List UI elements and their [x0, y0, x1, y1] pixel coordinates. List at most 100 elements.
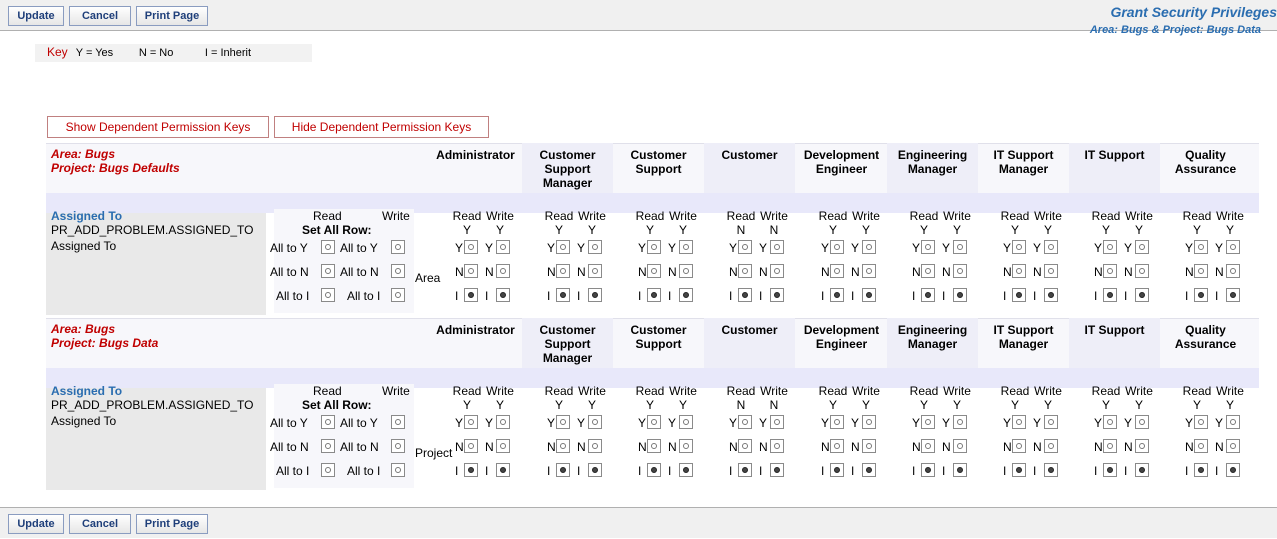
role-write-radio-opt_n[interactable]: [862, 264, 876, 278]
role-read-radio-opt_i[interactable]: [1194, 463, 1208, 477]
role-write-radio-opt_i[interactable]: [588, 463, 602, 477]
role-read-radio-opt_n[interactable]: [1194, 264, 1208, 278]
role-write-radio-opt_i[interactable]: [1226, 463, 1240, 477]
role-read-radio-opt_y[interactable]: [556, 240, 570, 254]
role-write-radio-opt_i[interactable]: [1135, 288, 1149, 302]
role-read-radio-opt_n[interactable]: [556, 264, 570, 278]
role-write-radio-opt_y[interactable]: [953, 415, 967, 429]
role-read-radio-opt_i[interactable]: [738, 463, 752, 477]
set-all-all_to_n-read-radio[interactable]: [321, 439, 335, 453]
role-read-radio-opt_y[interactable]: [1194, 240, 1208, 254]
role-write-radio-opt_i[interactable]: [862, 463, 876, 477]
role-read-radio-opt_i[interactable]: [830, 463, 844, 477]
role-read-radio-opt_i[interactable]: [464, 463, 478, 477]
set-all-all_to_n-write-radio[interactable]: [391, 439, 405, 453]
role-write-radio-opt_i[interactable]: [1044, 288, 1058, 302]
role-read-radio-opt_i[interactable]: [1103, 463, 1117, 477]
role-read-radio-opt_y[interactable]: [738, 240, 752, 254]
role-write-radio-opt_y[interactable]: [588, 415, 602, 429]
cancel-button-bottom[interactable]: Cancel: [69, 514, 131, 534]
update-button[interactable]: Update: [8, 6, 64, 26]
print-page-button[interactable]: Print Page: [136, 6, 208, 26]
role-read-radio-opt_y[interactable]: [1103, 240, 1117, 254]
role-read-radio-opt_n[interactable]: [1194, 439, 1208, 453]
set-all-all_to_i-read-radio[interactable]: [321, 463, 335, 477]
role-read-radio-opt_n[interactable]: [1103, 439, 1117, 453]
role-write-radio-opt_i[interactable]: [679, 463, 693, 477]
set-all-all_to_y-read-radio[interactable]: [321, 415, 335, 429]
role-write-radio-opt_y[interactable]: [496, 415, 510, 429]
hide-dependent-keys-button[interactable]: Hide Dependent Permission Keys: [274, 116, 489, 138]
role-read-radio-opt_i[interactable]: [464, 288, 478, 302]
role-write-radio-opt_y[interactable]: [1226, 415, 1240, 429]
role-read-radio-opt_n[interactable]: [1012, 264, 1026, 278]
role-write-radio-opt_y[interactable]: [770, 240, 784, 254]
role-read-radio-opt_y[interactable]: [1012, 415, 1026, 429]
role-read-radio-opt_n[interactable]: [647, 264, 661, 278]
role-write-radio-opt_n[interactable]: [862, 439, 876, 453]
show-dependent-keys-button[interactable]: Show Dependent Permission Keys: [47, 116, 269, 138]
cancel-button[interactable]: Cancel: [69, 6, 131, 26]
role-write-radio-opt_y[interactable]: [679, 240, 693, 254]
role-read-radio-opt_n[interactable]: [830, 264, 844, 278]
role-write-radio-opt_i[interactable]: [1135, 463, 1149, 477]
role-write-radio-opt_n[interactable]: [496, 264, 510, 278]
role-write-radio-opt_y[interactable]: [1135, 415, 1149, 429]
role-write-radio-opt_i[interactable]: [770, 288, 784, 302]
role-read-radio-opt_n[interactable]: [556, 439, 570, 453]
role-read-radio-opt_i[interactable]: [1012, 463, 1026, 477]
set-all-all_to_n-read-radio[interactable]: [321, 264, 335, 278]
set-all-all_to_n-write-radio[interactable]: [391, 264, 405, 278]
set-all-all_to_i-write-radio[interactable]: [391, 463, 405, 477]
role-read-radio-opt_n[interactable]: [647, 439, 661, 453]
role-read-radio-opt_y[interactable]: [556, 415, 570, 429]
role-read-radio-opt_i[interactable]: [556, 288, 570, 302]
role-write-radio-opt_y[interactable]: [862, 240, 876, 254]
role-read-radio-opt_i[interactable]: [921, 288, 935, 302]
role-write-radio-opt_i[interactable]: [770, 463, 784, 477]
role-read-radio-opt_n[interactable]: [464, 264, 478, 278]
role-read-radio-opt_i[interactable]: [556, 463, 570, 477]
role-write-radio-opt_y[interactable]: [770, 415, 784, 429]
role-write-radio-opt_i[interactable]: [862, 288, 876, 302]
role-read-radio-opt_y[interactable]: [1012, 240, 1026, 254]
role-write-radio-opt_n[interactable]: [679, 264, 693, 278]
role-read-radio-opt_y[interactable]: [830, 415, 844, 429]
role-write-radio-opt_y[interactable]: [953, 240, 967, 254]
role-write-radio-opt_i[interactable]: [1044, 463, 1058, 477]
role-write-radio-opt_n[interactable]: [496, 439, 510, 453]
role-write-radio-opt_i[interactable]: [953, 288, 967, 302]
role-write-radio-opt_n[interactable]: [953, 439, 967, 453]
role-write-radio-opt_n[interactable]: [1226, 264, 1240, 278]
role-read-radio-opt_y[interactable]: [464, 415, 478, 429]
role-read-radio-opt_y[interactable]: [1194, 415, 1208, 429]
role-write-radio-opt_n[interactable]: [588, 264, 602, 278]
role-write-radio-opt_n[interactable]: [1044, 264, 1058, 278]
role-read-radio-opt_y[interactable]: [647, 415, 661, 429]
role-read-radio-opt_i[interactable]: [1103, 288, 1117, 302]
role-write-radio-opt_y[interactable]: [1044, 415, 1058, 429]
set-all-all_to_i-write-radio[interactable]: [391, 288, 405, 302]
role-write-radio-opt_n[interactable]: [1226, 439, 1240, 453]
set-all-all_to_y-write-radio[interactable]: [391, 415, 405, 429]
role-read-radio-opt_i[interactable]: [830, 288, 844, 302]
role-read-radio-opt_y[interactable]: [921, 240, 935, 254]
role-read-radio-opt_y[interactable]: [921, 415, 935, 429]
role-write-radio-opt_y[interactable]: [862, 415, 876, 429]
set-all-all_to_i-read-radio[interactable]: [321, 288, 335, 302]
role-read-radio-opt_i[interactable]: [647, 288, 661, 302]
role-write-radio-opt_n[interactable]: [1135, 264, 1149, 278]
role-read-radio-opt_n[interactable]: [1103, 264, 1117, 278]
role-write-radio-opt_y[interactable]: [1135, 240, 1149, 254]
role-write-radio-opt_n[interactable]: [1044, 439, 1058, 453]
role-write-radio-opt_i[interactable]: [588, 288, 602, 302]
role-write-radio-opt_y[interactable]: [1226, 240, 1240, 254]
role-read-radio-opt_n[interactable]: [738, 264, 752, 278]
role-read-radio-opt_y[interactable]: [1103, 415, 1117, 429]
role-write-radio-opt_n[interactable]: [588, 439, 602, 453]
role-read-radio-opt_n[interactable]: [738, 439, 752, 453]
role-write-radio-opt_n[interactable]: [679, 439, 693, 453]
role-read-radio-opt_i[interactable]: [738, 288, 752, 302]
role-read-radio-opt_y[interactable]: [738, 415, 752, 429]
role-read-radio-opt_i[interactable]: [1012, 288, 1026, 302]
